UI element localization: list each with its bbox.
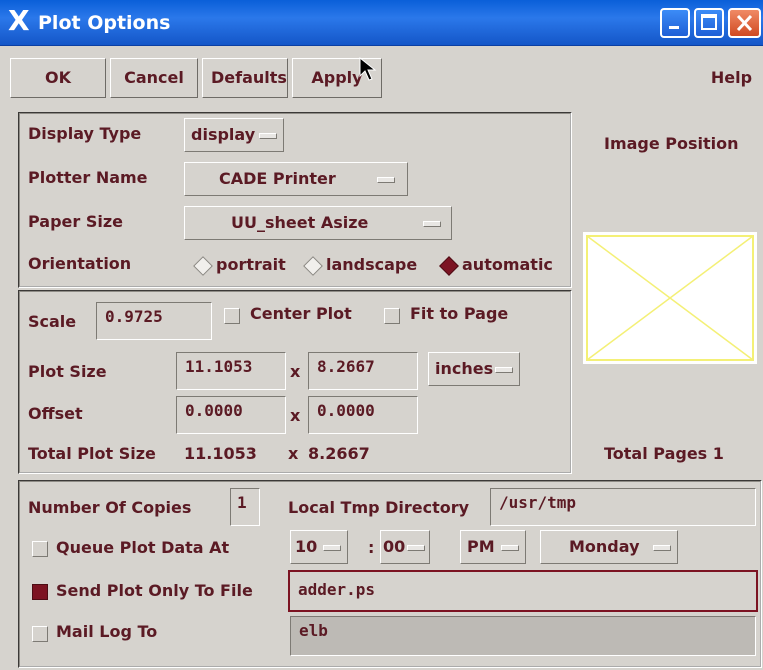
page-preview-graphic [586, 235, 754, 361]
plot-size-label: Plot Size [28, 362, 107, 381]
dropdown-icon [407, 545, 425, 551]
total-pages-label: Total Pages 1 [604, 444, 724, 463]
paper-size-label: Paper Size [28, 212, 124, 231]
portrait-label: portrait [216, 255, 286, 274]
queue-minute-value: 00 [383, 537, 406, 556]
fit-to-page-checkbox[interactable] [384, 308, 400, 324]
paper-size-value: UU_sheet Asize [231, 213, 369, 232]
queue-day-value: Monday [569, 537, 640, 556]
copies-label: Number Of Copies [28, 498, 192, 517]
plotter-name-label: Plotter Name [28, 168, 148, 187]
display-type-label: Display Type [28, 124, 142, 143]
queue-ampm-select[interactable]: PM [460, 530, 526, 564]
dropdown-icon [653, 545, 671, 551]
dropdown-icon [495, 367, 513, 373]
window-title: Plot Options [38, 12, 171, 34]
total-height-value: 8.2667 [308, 444, 370, 463]
defaults-button[interactable]: Defaults [202, 58, 288, 98]
units-select[interactable]: inches [428, 352, 520, 386]
queue-checkbox[interactable] [32, 541, 48, 557]
display-type-value: display [191, 125, 256, 144]
plotter-name-select[interactable]: CADE Printer [184, 162, 408, 196]
times-sign: x [288, 444, 299, 463]
units-value: inches [435, 359, 494, 378]
minimize-button[interactable] [660, 8, 690, 38]
maximize-button[interactable] [694, 8, 724, 38]
tmp-dir-label: Local Tmp Directory [288, 498, 470, 517]
file-name-input[interactable]: adder.ps [288, 570, 758, 612]
tmp-dir-input[interactable]: /usr/tmp [490, 488, 756, 526]
help-button[interactable]: Help [700, 58, 763, 98]
scale-label: Scale [28, 312, 77, 331]
queue-hour-select[interactable]: 10 [290, 530, 348, 564]
queue-day-select[interactable]: Monday [540, 530, 678, 564]
paper-size-select[interactable]: UU_sheet Asize [184, 206, 452, 240]
dropdown-icon [501, 545, 519, 551]
queue-ampm-value: PM [467, 537, 495, 556]
dropdown-icon [377, 177, 395, 183]
copies-input[interactable]: 1 [230, 488, 260, 526]
plot-height-input[interactable]: 8.2667 [308, 352, 418, 390]
maximize-icon [701, 14, 717, 30]
orientation-label: Orientation [28, 254, 132, 273]
dropdown-icon [323, 545, 341, 551]
display-type-select[interactable]: display [184, 118, 284, 152]
automatic-label: automatic [462, 255, 553, 274]
fit-to-page-label: Fit to Page [410, 304, 509, 323]
landscape-label: landscape [326, 255, 418, 274]
send-to-file-checkbox[interactable] [32, 584, 48, 600]
plot-width-input[interactable]: 11.1053 [176, 352, 286, 390]
close-icon [736, 14, 753, 32]
minimize-icon [669, 26, 679, 29]
mail-log-label: Mail Log To [56, 622, 158, 641]
dropdown-icon [259, 133, 277, 139]
times-sign: x [290, 362, 301, 381]
queue-minute-select[interactable]: 00 [380, 530, 430, 564]
mouse-cursor-icon [359, 56, 377, 81]
scale-input[interactable]: 0.9725 [96, 302, 212, 340]
queue-label: Queue Plot Data At [56, 538, 230, 557]
send-to-file-label: Send Plot Only To File [56, 581, 253, 600]
offset-x-input[interactable]: 0.0000 [176, 396, 286, 434]
center-plot-label: Center Plot [250, 304, 352, 323]
queue-hour-value: 10 [295, 537, 318, 556]
mail-log-input[interactable]: elb [290, 616, 756, 656]
center-plot-checkbox[interactable] [224, 308, 240, 324]
close-button[interactable] [728, 8, 761, 38]
image-position-preview[interactable] [583, 232, 757, 364]
offset-y-input[interactable]: 0.0000 [308, 396, 418, 434]
offset-label: Offset [28, 404, 83, 423]
image-position-label: Image Position [604, 134, 739, 153]
plotter-name-value: CADE Printer [219, 169, 336, 188]
dropdown-icon [423, 221, 441, 227]
ok-button[interactable]: OK [10, 58, 106, 98]
total-plot-size-label: Total Plot Size [28, 444, 156, 463]
mail-log-checkbox[interactable] [32, 626, 48, 642]
times-sign: x [290, 406, 301, 425]
time-separator: : [368, 538, 375, 557]
x-window-icon: X [8, 4, 30, 37]
cancel-button[interactable]: Cancel [110, 58, 198, 98]
total-width-value: 11.1053 [184, 444, 257, 463]
